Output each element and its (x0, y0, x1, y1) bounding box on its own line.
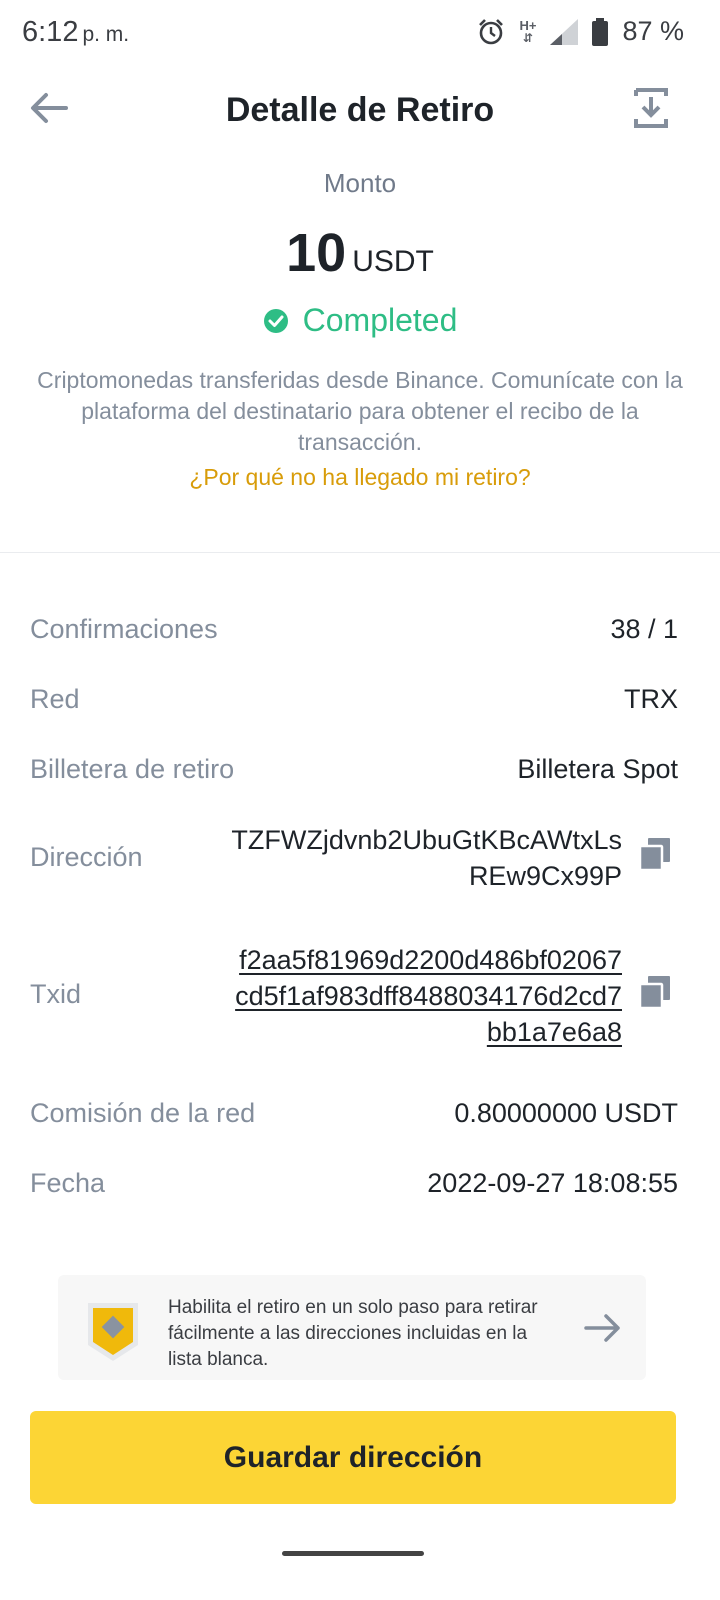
battery-level: 87 % (622, 16, 684, 46)
txid-line-2: cd5f1af983dff8488034176d2cd7 (235, 981, 622, 1011)
signal-icon (550, 18, 579, 45)
status-row: Completed (0, 302, 720, 339)
copy-icon (638, 976, 670, 1010)
address-line-2: REw9Cx99P (468, 861, 622, 891)
status-icons: H+ ⇵ 87 % (477, 16, 684, 47)
status-time: 6:12 p. m. (22, 16, 129, 49)
amount: 10 USDT (0, 222, 720, 284)
txid-line-1: f2aa5f81969d2200d486bf02067 (239, 945, 622, 975)
check-circle-icon (263, 308, 288, 333)
banner-text: Habilita el retiro en un solo paso para … (168, 1297, 538, 1370)
copy-txid-button[interactable] (638, 976, 670, 1010)
fee-value: 0.80000000 USDT (454, 1098, 678, 1128)
address-value: TZFWZjdvnb2UbuGtKBcAWtxLs REw9Cx99P (231, 822, 622, 894)
copy-address-button[interactable] (638, 838, 670, 872)
whitelist-banner[interactable]: Habilita el retiro en un solo paso para … (58, 1275, 646, 1380)
confirmations-label: Confirmaciones (30, 614, 218, 644)
network-value: TRX (624, 684, 678, 714)
home-indicator[interactable] (282, 1551, 424, 1556)
save-address-button[interactable]: Guardar dirección (30, 1411, 676, 1504)
shield-icon (88, 1303, 138, 1361)
date-value: 2022-09-27 18:08:55 (427, 1168, 678, 1198)
amount-value: 10 (286, 223, 347, 283)
divider (0, 552, 720, 553)
network-label: Red (30, 684, 80, 714)
arrow-right-icon (584, 1314, 620, 1342)
date-label: Fecha (30, 1168, 106, 1198)
address-line-1: TZFWZjdvnb2UbuGtKBcAWtxLs (231, 825, 622, 855)
why-not-arrived-link[interactable]: ¿Por qué no ha llegado mi retiro? (0, 464, 720, 491)
txid-line-3: bb1a7e6a8 (486, 1017, 622, 1047)
txid-link[interactable]: f2aa5f81969d2200d486bf02067 cd5f1af983df… (235, 942, 622, 1050)
fee-label: Comisión de la red (30, 1098, 256, 1128)
amount-unit: USDT (352, 245, 434, 278)
wallet-value: Billetera Spot (517, 754, 678, 784)
description: Criptomonedas transferidas desde Binance… (37, 367, 683, 455)
status-ampm: p. m. (82, 23, 130, 46)
download-button[interactable] (634, 88, 668, 128)
copy-icon (638, 838, 670, 872)
wallet-label: Billetera de retiro (30, 754, 235, 784)
address-label: Dirección (30, 842, 143, 872)
page-title: Detalle de Retiro (225, 91, 495, 129)
status-text: Completed (302, 302, 458, 338)
battery-icon (592, 17, 609, 46)
alarm-icon (479, 18, 504, 44)
txid-label: Txid (30, 979, 82, 1009)
amount-label: Monto (323, 168, 397, 198)
network-type: H+ ⇵ (519, 17, 537, 45)
download-icon (634, 88, 668, 128)
network-type-label: H+ (519, 17, 537, 33)
confirmations-value: 38 / 1 (610, 614, 678, 644)
status-clock: 6:12 (22, 16, 79, 48)
